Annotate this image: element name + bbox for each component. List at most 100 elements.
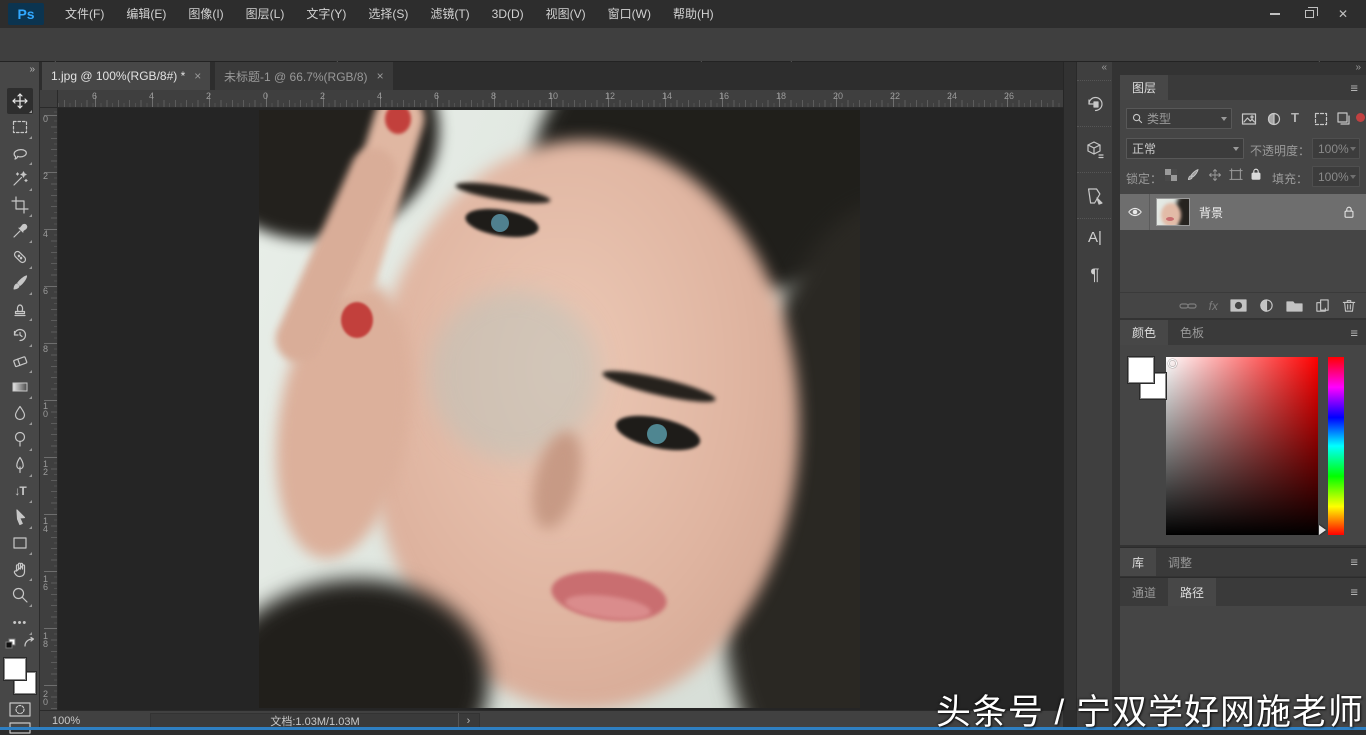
blend-mode-dropdown[interactable]: 正常: [1126, 138, 1244, 159]
rectangle-tool[interactable]: [7, 530, 33, 556]
adjustment-layer-icon[interactable]: [1259, 298, 1274, 313]
canvas-image[interactable]: [259, 110, 860, 708]
filter-shape-layers-icon[interactable]: [1313, 111, 1329, 127]
menu-file[interactable]: 文件(F): [54, 0, 115, 28]
layer-thumbnail[interactable]: [1156, 198, 1190, 226]
new-group-icon[interactable]: [1286, 299, 1303, 312]
lock-position-icon[interactable]: [1208, 168, 1222, 182]
fill-field[interactable]: 100%: [1312, 166, 1360, 187]
photoshop-logo: Ps: [8, 3, 44, 25]
filter-toggle-icon[interactable]: [1356, 113, 1365, 122]
color-foreground-swatch[interactable]: [1128, 357, 1154, 383]
blur-tool[interactable]: [7, 400, 33, 426]
filter-type-layers-icon[interactable]: T: [1291, 110, 1299, 125]
document-tab-2[interactable]: 未标题-1 @ 66.7%(RGB/8) ×: [215, 62, 393, 90]
more-tools-button[interactable]: •••: [7, 610, 33, 636]
layer-style-icon[interactable]: fx: [1209, 299, 1218, 313]
minimize-button[interactable]: [1258, 0, 1292, 28]
lock-artboard-icon[interactable]: [1229, 168, 1243, 182]
gradient-tool[interactable]: [7, 374, 33, 400]
character-panel-button[interactable]: A|: [1077, 218, 1113, 256]
panel-menu-icon[interactable]: ≡: [1350, 325, 1358, 340]
filter-pixel-layers-icon[interactable]: [1241, 111, 1257, 127]
lock-transparent-icon[interactable]: [1164, 168, 1178, 182]
add-layer-mask-icon[interactable]: [1230, 299, 1247, 312]
panel-menu-icon[interactable]: ≡: [1350, 555, 1358, 570]
menu-select[interactable]: 选择(S): [357, 0, 419, 28]
pen-tool[interactable]: [7, 452, 33, 478]
canvas-pasteboard[interactable]: [58, 108, 1063, 710]
hand-tool[interactable]: [7, 556, 33, 582]
layer-visibility-toggle[interactable]: [1120, 194, 1150, 230]
color-saturation-field[interactable]: [1166, 357, 1318, 535]
history-brush-tool[interactable]: [7, 322, 33, 348]
filter-adjustment-layers-icon[interactable]: [1266, 111, 1282, 127]
paragraph-panel-button[interactable]: ¶: [1077, 256, 1113, 294]
lasso-tool[interactable]: [7, 140, 33, 166]
tab-layers[interactable]: 图层: [1120, 75, 1168, 100]
toolbar-expand-icon[interactable]: »: [29, 64, 34, 75]
menu-help[interactable]: 帮助(H): [662, 0, 725, 28]
default-colors-icon[interactable]: [5, 638, 21, 652]
path-selection-tool[interactable]: [7, 504, 33, 530]
tab-color[interactable]: 颜色: [1120, 320, 1168, 345]
dodge-tool[interactable]: [7, 426, 33, 452]
expand-dock-icon[interactable]: »: [1112, 62, 1366, 75]
filter-smart-objects-icon[interactable]: [1336, 111, 1352, 127]
menu-image[interactable]: 图像(I): [177, 0, 234, 28]
menu-edit[interactable]: 编辑(E): [115, 0, 177, 28]
brush-tool[interactable]: [7, 270, 33, 296]
tab-paths[interactable]: 路径: [1168, 578, 1216, 606]
menu-3d[interactable]: 3D(D): [481, 0, 535, 28]
document-tab-1[interactable]: 1.jpg @ 100%(RGB/8#) * ×: [42, 62, 210, 90]
layers-panel-tabrow: 图层 ≡: [1120, 75, 1366, 100]
red-nail-1: [341, 302, 373, 338]
history-panel-button[interactable]: [1077, 80, 1113, 126]
hue-slider[interactable]: [1328, 357, 1344, 535]
link-layers-icon[interactable]: [1179, 300, 1197, 312]
restore-button[interactable]: [1292, 0, 1326, 28]
close-tab-icon[interactable]: ×: [377, 69, 384, 83]
collapse-dock-icon[interactable]: «: [1077, 62, 1112, 76]
layer-filter-dropdown[interactable]: 类型: [1126, 108, 1232, 129]
rectangular-marquee-tool[interactable]: [7, 114, 33, 140]
menu-window[interactable]: 窗口(W): [597, 0, 662, 28]
menu-view[interactable]: 视图(V): [535, 0, 597, 28]
tab-channels[interactable]: 通道: [1120, 578, 1168, 606]
eyedropper-tool[interactable]: [7, 218, 33, 244]
eraser-tool[interactable]: [7, 348, 33, 374]
close-tab-icon[interactable]: ×: [194, 69, 201, 83]
quick-mask-button[interactable]: [9, 702, 31, 717]
tab-swatches[interactable]: 色板: [1168, 320, 1216, 345]
type-tool[interactable]: ↓T: [7, 478, 33, 504]
options-bar: 自动选择： 图层 显示变换控件 3D 模式：: [0, 28, 1366, 62]
zoom-tool[interactable]: [7, 582, 33, 608]
swap-colors-icon[interactable]: [22, 636, 36, 650]
new-layer-icon[interactable]: [1315, 298, 1330, 313]
foreground-color-swatch[interactable]: [4, 658, 26, 680]
menu-filter[interactable]: 滤镜(T): [419, 0, 480, 28]
hue-slider-arrow[interactable]: [1319, 525, 1326, 535]
menu-type[interactable]: 文字(Y): [295, 0, 357, 28]
properties-panel-button[interactable]: [1077, 172, 1113, 218]
fill-label: 填充：: [1272, 170, 1308, 187]
close-button[interactable]: ✕: [1326, 0, 1360, 28]
tab-adjustments[interactable]: 调整: [1156, 548, 1204, 576]
clone-stamp-tool[interactable]: [7, 296, 33, 322]
lock-all-icon[interactable]: [1249, 167, 1263, 181]
menu-layer[interactable]: 图层(L): [235, 0, 296, 28]
move-tool[interactable]: [7, 88, 33, 114]
crop-tool[interactable]: [7, 192, 33, 218]
quick-selection-tool[interactable]: [7, 166, 33, 192]
lock-pixels-icon[interactable]: [1186, 168, 1200, 182]
layer-row-background[interactable]: 背景: [1120, 194, 1366, 230]
spot-healing-brush-tool[interactable]: [7, 244, 33, 270]
delete-layer-icon[interactable]: [1342, 298, 1356, 313]
panel-menu-icon[interactable]: ≡: [1350, 585, 1358, 600]
tab-libraries[interactable]: 库: [1120, 548, 1156, 576]
zoom-level-field[interactable]: 100%: [40, 715, 80, 727]
panel-menu-icon[interactable]: ≡: [1350, 80, 1358, 95]
canvas-scrollbar[interactable]: [1063, 62, 1076, 710]
3d-panel-button[interactable]: [1077, 126, 1113, 172]
opacity-field[interactable]: 100%: [1312, 138, 1360, 159]
